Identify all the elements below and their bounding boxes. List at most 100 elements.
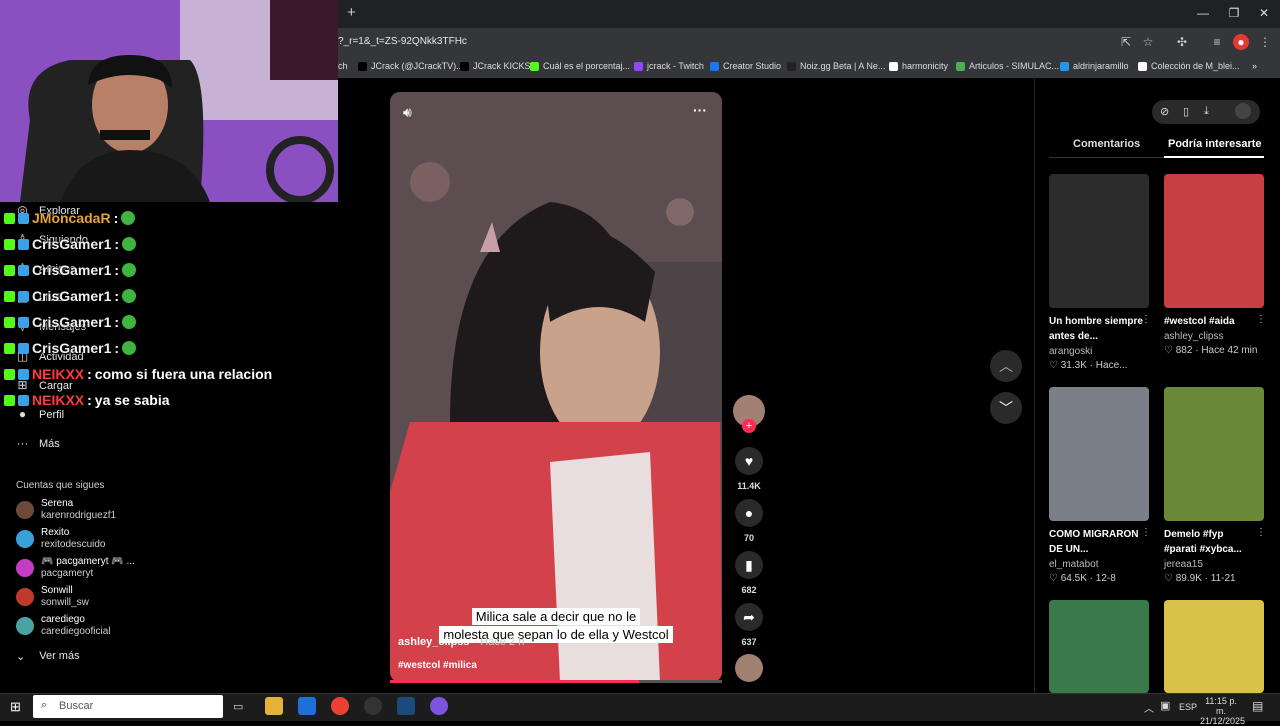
chat-username[interactable]: CrisGamer1 (32, 314, 111, 330)
stats-separator: · (1192, 345, 1202, 356)
taskbar-search[interactable]: ⌕ Buscar (33, 695, 223, 718)
minimize-icon[interactable]: — (1193, 6, 1213, 20)
bookmark-item[interactable]: harmonicity (889, 61, 948, 71)
video-tags[interactable]: #westcol #milica (398, 660, 477, 671)
bookmark-item[interactable]: ch (338, 61, 348, 71)
see-more-button[interactable]: ⌄ Ver más (16, 650, 80, 663)
obs-icon[interactable] (364, 697, 382, 715)
download-icon[interactable]: ⤓ (1204, 105, 1209, 118)
tray-chevron-icon[interactable]: ︿ (1144, 700, 1154, 715)
card-more-icon[interactable]: ⋮ (1141, 527, 1151, 538)
bookmark-item[interactable]: JCrack (@JCrackTV)... (358, 61, 464, 71)
sidebar-item-perfil[interactable]: ● Perfil (16, 408, 64, 421)
close-icon[interactable]: ✕ (1254, 6, 1274, 20)
video-title[interactable]: Un hombre siempre antes de... (1049, 314, 1144, 344)
video-thumbnail[interactable] (1049, 174, 1149, 308)
emote-icon (122, 315, 137, 329)
follow-plus-icon[interactable]: + (742, 419, 756, 433)
compass-icon[interactable]: ⊘ (1160, 105, 1169, 118)
likes-count: 31.3K (1060, 360, 1087, 371)
volume-icon[interactable]: 🔊︎ (403, 104, 412, 121)
restore-icon[interactable]: ❐ (1224, 6, 1244, 20)
video-author[interactable]: el_matabot (1049, 559, 1098, 570)
chrome-icon[interactable] (331, 697, 349, 715)
outlook-icon[interactable] (298, 697, 316, 715)
card-more-icon[interactable]: ⋮ (1256, 314, 1266, 325)
bookmark-item[interactable]: Colección de M_blei... (1138, 61, 1240, 71)
bookmark-icon[interactable]: ▮ (735, 551, 763, 579)
bookmark-item[interactable]: Noiz.gg Beta | A Ne... (787, 61, 885, 71)
share-icon[interactable]: ➦ (735, 603, 763, 631)
bookmark-item[interactable]: jcrack - Twitch (634, 61, 704, 71)
chevron-up-icon[interactable]: ︿ (990, 350, 1022, 382)
sound-avatar-icon[interactable] (735, 654, 763, 682)
card-more-icon[interactable]: ⋮ (1256, 527, 1266, 538)
steam-icon[interactable] (397, 697, 415, 715)
panel-avatar-icon[interactable] (1235, 103, 1251, 119)
see-more-label: Ver más (39, 650, 80, 662)
video-title[interactable]: #westcol #aida (1164, 314, 1259, 329)
notification-icon[interactable]: ▤ (1252, 699, 1263, 713)
profile-avatar-icon[interactable]: ● (1233, 34, 1249, 50)
language-indicator[interactable]: ESP (1179, 702, 1197, 712)
network-icon[interactable]: ▣ (1160, 699, 1170, 712)
video-thumbnail[interactable] (1164, 387, 1264, 521)
clock[interactable]: 11:15 p. m. 21/12/2025 (1200, 696, 1245, 726)
discord-icon[interactable] (430, 697, 448, 715)
extensions-icon[interactable]: ✣ (1174, 34, 1190, 50)
more-options-icon[interactable]: ··· (693, 102, 707, 118)
tab-recommended[interactable]: Podría interesarte (1168, 138, 1262, 150)
video-player[interactable] (390, 92, 722, 682)
file-explorer-icon[interactable] (265, 697, 283, 715)
url-text[interactable]: ?_r=1&_t=ZS-92QNkk3TFHc (338, 36, 467, 47)
menu-icon[interactable]: ⋮ (1257, 34, 1273, 50)
video-author[interactable]: ashley_clipss (398, 636, 470, 648)
chevron-down-icon[interactable]: ﹀ (990, 392, 1022, 424)
video-title[interactable]: Demelo #fyp #parati #xybca... (1164, 527, 1259, 557)
bookmark-item[interactable]: aldrinjaramillo (1060, 61, 1129, 71)
comment-icon[interactable]: ● (735, 499, 763, 527)
star-icon[interactable]: ☆ (1140, 34, 1156, 50)
following-account[interactable]: Rexito rexitodescuido (16, 527, 166, 553)
phone-icon[interactable]: ▯ (1183, 105, 1189, 118)
new-tab-button[interactable]: + (347, 5, 361, 21)
profile-icon: ● (18, 407, 27, 421)
chat-username[interactable]: JMoncadaR (32, 210, 111, 226)
install-icon[interactable]: ⇱ (1118, 34, 1134, 50)
following-account[interactable]: Sonwill sonwill_sw (16, 585, 166, 611)
bookmarks-more-button[interactable]: » (1252, 61, 1257, 71)
bookmark-item[interactable]: Articulos - SIMULAC... (956, 61, 1059, 71)
sidebar-item-más[interactable]: ··· Más (16, 437, 60, 450)
heart-icon[interactable]: ♥ (735, 447, 763, 475)
chat-username[interactable]: CrisGamer1 (32, 236, 111, 252)
following-account[interactable]: carediego carediegooficial (16, 614, 166, 640)
chat-username[interactable]: NEIKXX (32, 366, 84, 382)
video-author[interactable]: jereaa15 (1164, 559, 1203, 570)
post-time: Hace 42 min (1201, 345, 1258, 356)
video-author[interactable]: arangoski (1049, 346, 1092, 357)
video-thumbnail[interactable] (1164, 600, 1264, 693)
chat-username[interactable]: CrisGamer1 (32, 262, 111, 278)
following-account[interactable]: Serena karenrodriguezf1 (16, 498, 166, 524)
bookmark-item[interactable]: JCrack KICKS (460, 61, 531, 71)
chat-username[interactable]: NEIKXX (32, 392, 84, 408)
video-title[interactable]: COMO MIGRARON DE UN... (1049, 527, 1144, 557)
video-time: · Hace 2 h (473, 636, 525, 648)
bookmark-label: JCrack KICKS (473, 61, 531, 71)
video-author[interactable]: ashley_clipss (1164, 331, 1223, 342)
chat-username[interactable]: CrisGamer1 (32, 340, 111, 356)
video-thumbnail[interactable] (1049, 387, 1149, 521)
following-account[interactable]: 🎮 pacgameryt 🎮 ... pacgameryt (16, 556, 166, 582)
tab-comments[interactable]: Comentarios (1073, 138, 1140, 150)
bookmark-favicon-icon (530, 61, 539, 71)
bookmark-item[interactable]: Cuál es el porcentaj... (530, 61, 630, 71)
video-thumbnail[interactable] (1164, 174, 1264, 308)
bookmark-item[interactable]: Creator Studio (710, 61, 781, 71)
video-thumbnail[interactable] (1049, 600, 1149, 693)
task-view-icon[interactable]: ▭ (233, 700, 243, 713)
sidebar-item-label: Más (39, 437, 60, 450)
chat-username[interactable]: CrisGamer1 (32, 288, 111, 304)
card-more-icon[interactable]: ⋮ (1141, 314, 1151, 325)
media-icon[interactable]: ≡ (1209, 34, 1225, 50)
windows-start-icon[interactable]: ⊞ (10, 699, 21, 715)
